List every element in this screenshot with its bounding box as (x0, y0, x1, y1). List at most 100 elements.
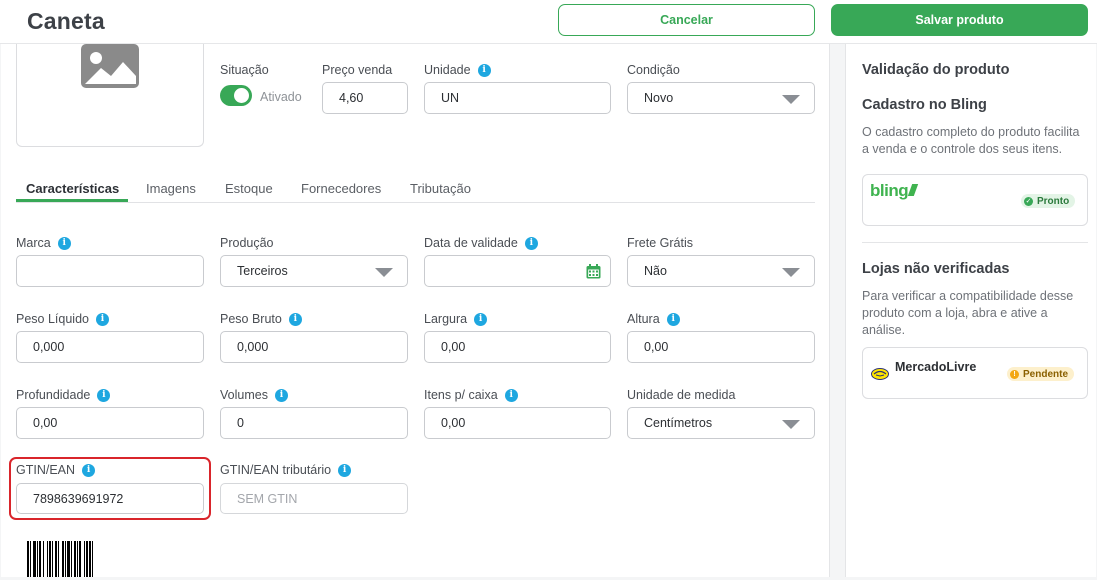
condicao-value: Novo (644, 91, 674, 105)
info-icon[interactable]: i (504, 388, 518, 402)
frete-gratis-select[interactable]: Não (627, 255, 815, 287)
unidade-medida-value: Centímetros (644, 416, 713, 430)
unidade-label-text: Unidade (424, 63, 471, 77)
status-badge: ! Pendente (1007, 367, 1075, 381)
info-icon[interactable]: i (524, 236, 538, 250)
peso-liquido-label-text: Peso Líquido (16, 312, 89, 326)
page-title: Caneta (27, 8, 105, 34)
bling-status: Pronto (1037, 195, 1070, 207)
calendar-icon[interactable] (586, 264, 601, 279)
mercadolivre-logo-icon (871, 368, 889, 380)
page: Caneta Cancelar Salvar produto Situação … (0, 0, 1097, 580)
cancel-button[interactable]: Cancelar (558, 4, 815, 36)
itens-caixa-label-text: Itens p/ caixa (424, 388, 498, 402)
volumes-label: Volumes i (220, 388, 288, 402)
gtin-label: GTIN/EAN i (16, 463, 96, 477)
unidade-medida-select[interactable]: Centímetros (627, 407, 815, 439)
unidade-label: Unidade i (424, 63, 491, 77)
info-icon[interactable]: i (338, 463, 352, 477)
frete-gratis-label: Frete Grátis (627, 236, 693, 250)
largura-input[interactable]: 0,00 (424, 331, 611, 363)
sidebar-divider (862, 242, 1088, 243)
tab-imagens[interactable]: Imagens (146, 181, 196, 196)
validade-label: Data de validade i (424, 236, 538, 250)
unidade-input[interactable]: UN (424, 82, 611, 114)
validade-input[interactable] (424, 255, 611, 287)
chevron-down-icon (782, 268, 800, 277)
barcode-image (27, 541, 95, 577)
peso-bruto-input[interactable]: 0,000 (220, 331, 408, 363)
altura-label-text: Altura (627, 312, 660, 326)
peso-liquido-label: Peso Líquido i (16, 312, 109, 326)
tab-bar: Características Imagens Estoque Forneced… (16, 178, 815, 203)
peso-bruto-label: Peso Bruto i (220, 312, 302, 326)
bling-heading: Cadastro no Bling (862, 97, 987, 113)
stores-description: Para verificar a compatibilidade desse p… (862, 289, 1074, 337)
volumes-input[interactable]: 0 (220, 407, 408, 439)
condicao-select[interactable]: Novo (627, 82, 815, 114)
tab-tributacao[interactable]: Tributação (410, 181, 471, 196)
profundidade-label-text: Profundidade (16, 388, 91, 402)
profundidade-input[interactable]: 0,00 (16, 407, 204, 439)
bling-logo-text: bling (870, 181, 909, 200)
save-product-button[interactable]: Salvar produto (831, 4, 1088, 36)
altura-label: Altura i (627, 312, 680, 326)
info-icon[interactable]: i (97, 388, 111, 402)
producao-select[interactable]: Terceiros (220, 255, 408, 287)
altura-input[interactable]: 0,00 (627, 331, 815, 363)
marca-label-text: Marca (16, 236, 51, 250)
info-icon[interactable]: i (666, 312, 680, 326)
info-icon[interactable]: i (477, 63, 491, 77)
tab-fornecedores[interactable]: Fornecedores (301, 181, 381, 196)
active-tab-indicator (16, 199, 128, 202)
info-icon[interactable]: i (474, 312, 488, 326)
chevron-down-icon (782, 420, 800, 429)
info-icon[interactable]: i (274, 388, 288, 402)
info-icon[interactable]: i (95, 312, 109, 326)
gtin-tributario-label-text: GTIN/EAN tributário (220, 463, 332, 477)
info-icon[interactable]: i (57, 236, 71, 250)
alert-icon: ! (1010, 369, 1019, 379)
header-bar: Caneta Cancelar Salvar produto (0, 0, 1097, 44)
product-image-placeholder[interactable] (16, 44, 204, 147)
bling-logo: bling (870, 181, 919, 201)
preco-venda-label: Preço venda (322, 63, 393, 77)
itens-caixa-input[interactable]: 0,00 (424, 407, 611, 439)
info-icon[interactable]: i (288, 312, 302, 326)
gtin-input[interactable]: 7898639691972 (16, 483, 204, 514)
producao-label: Produção (220, 236, 274, 250)
image-icon (81, 44, 139, 88)
check-icon: ✓ (1024, 196, 1033, 206)
bling-description: O cadastro completo do produto facilita … (862, 125, 1080, 156)
largura-label: Largura i (424, 312, 488, 326)
validade-label-text: Data de validade (424, 236, 518, 250)
gtin-tributario-input[interactable]: SEM GTIN (220, 483, 408, 514)
tab-estoque[interactable]: Estoque (225, 181, 273, 196)
profundidade-label: Profundidade i (16, 388, 111, 402)
stores-heading: Lojas não verificadas (862, 261, 1010, 277)
info-icon[interactable]: i (82, 463, 96, 477)
gtin-tributario-label: GTIN/EAN tributário i (220, 463, 352, 477)
store-status: Pendente (1023, 368, 1069, 380)
volumes-label-text: Volumes (220, 388, 268, 402)
mercadolivre-card[interactable]: MercadoLivre ! Pendente (862, 347, 1088, 399)
marca-input[interactable] (16, 255, 204, 287)
preco-venda-input[interactable]: 4,60 (322, 82, 408, 114)
validation-title: Validação do produto (862, 62, 1010, 78)
peso-liquido-input[interactable]: 0,000 (16, 331, 204, 363)
situacao-toggle[interactable] (220, 85, 252, 106)
toggle-knob (234, 88, 249, 103)
largura-label-text: Largura (424, 312, 468, 326)
chevron-down-icon (782, 95, 800, 104)
tab-caracteristicas[interactable]: Características (26, 181, 119, 196)
gtin-label-text: GTIN/EAN (16, 463, 76, 477)
peso-bruto-label-text: Peso Bruto (220, 312, 282, 326)
store-name: MercadoLivre (895, 360, 977, 374)
condicao-label: Condição (627, 63, 680, 77)
marca-label: Marca i (16, 236, 71, 250)
situacao-label: Situação (220, 63, 269, 77)
bling-card[interactable]: bling ✓ Pronto (862, 174, 1088, 226)
status-badge: ✓ Pronto (1021, 194, 1076, 208)
chevron-down-icon (375, 268, 393, 277)
unidade-medida-label: Unidade de medida (627, 388, 736, 402)
